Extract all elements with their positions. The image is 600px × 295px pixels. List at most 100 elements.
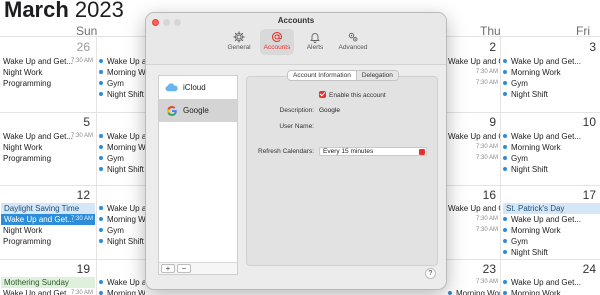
event-wake-selected[interactable]: Wake Up and Get... 7:30 AM	[1, 214, 95, 225]
event-night-shift[interactable]: Night Shift	[99, 236, 145, 247]
event-morning-work[interactable]: 7:30 AM	[448, 67, 500, 78]
event-morning-work[interactable]: 7:30 AM	[448, 214, 500, 225]
event-dot	[99, 134, 103, 138]
tab-delegation[interactable]: Delegation	[355, 71, 398, 80]
event-morning-work[interactable]: Morning Work	[503, 142, 600, 153]
event-dot	[448, 291, 452, 295]
event-morning-work[interactable]: Morning Work	[503, 225, 600, 236]
day-17[interactable]: 17	[566, 188, 596, 202]
event-dot	[503, 291, 507, 295]
event-title: Wake Up and Get...	[511, 132, 581, 141]
event-gym[interactable]: Gym	[503, 236, 600, 247]
event-morning-work[interactable]: Morning Work	[448, 288, 500, 295]
tab-account-information[interactable]: Account Information	[288, 71, 356, 80]
event-night-shift[interactable]: Night Shift	[503, 164, 600, 175]
day-19[interactable]: 19	[60, 262, 90, 276]
day-3[interactable]: 3	[566, 40, 596, 54]
day-10[interactable]: 10	[566, 115, 596, 129]
event-title: Night Shift	[511, 90, 548, 99]
day-26[interactable]: 26	[60, 40, 90, 54]
event-wake[interactable]: Wake Up and Get...	[99, 203, 145, 214]
event-night-shift[interactable]: Night Shift	[503, 89, 600, 100]
at-icon	[272, 31, 282, 42]
description-value[interactable]: Google	[319, 107, 340, 114]
event-morning-work[interactable]: Morning Work	[99, 288, 145, 295]
year-label: 2023	[74, 0, 124, 22]
event-gym[interactable]: 7:30 AM	[448, 153, 500, 164]
event-night-shift[interactable]: Night Shift	[99, 164, 145, 175]
day-16[interactable]: 16	[466, 188, 496, 202]
event-wake[interactable]: Wake Up and Get...	[503, 214, 600, 225]
event-programming[interactable]: Programming	[3, 78, 95, 89]
event-gym[interactable]: 7:30 AM	[448, 225, 500, 236]
event-title: Wake Up and Get...	[3, 132, 73, 141]
event-wake[interactable]: Wake Up and Get...	[448, 203, 500, 214]
day-23[interactable]: 23	[466, 262, 496, 276]
event-dot	[99, 280, 103, 284]
day-12[interactable]: 12	[60, 188, 90, 202]
event-wake[interactable]: Wake Up and Get...	[99, 277, 145, 288]
event-morning-work[interactable]: Morning Work	[503, 67, 600, 78]
event-night-shift[interactable]: Night Shift	[503, 247, 600, 258]
event-title: Wake Up and Get...	[107, 204, 145, 213]
event-gym[interactable]: Gym	[99, 225, 145, 236]
event-time: 7:30 AM	[475, 69, 498, 75]
event-wake[interactable]: Wake Up and Get... 7:30 AM	[3, 56, 95, 67]
event-wake[interactable]: Wake Up and Get...	[448, 131, 500, 142]
event-gym[interactable]: Gym	[503, 78, 600, 89]
account-item-google[interactable]: Google	[159, 99, 237, 122]
event-gym[interactable]: 7:30 AM	[448, 78, 500, 89]
event-programming[interactable]: Programming	[3, 236, 95, 247]
event-wake[interactable]: Wake Up and Get...	[503, 277, 600, 288]
event-wake[interactable]: Wake Up and Get... 7:30 AM	[3, 131, 95, 142]
event-dot	[503, 70, 507, 74]
enable-account-row[interactable]: Enable this account	[319, 91, 386, 99]
event-morning-work[interactable]: Morning Work	[99, 67, 145, 78]
event-night-work[interactable]: Night Work	[3, 142, 95, 153]
account-item-icloud[interactable]: iCloud	[159, 76, 237, 99]
event-dot	[99, 206, 103, 210]
event-dot	[503, 239, 507, 243]
tab-general[interactable]: General	[222, 29, 256, 55]
help-button[interactable]: ?	[425, 268, 436, 279]
tab-alerts[interactable]: Alerts	[298, 29, 332, 55]
day-5[interactable]: 5	[60, 115, 90, 129]
event-wake[interactable]: 7:30 AM	[448, 277, 500, 288]
day-2[interactable]: 2	[466, 40, 496, 54]
chevron-updown-icon	[419, 149, 425, 155]
event-night-work[interactable]: Night Work	[3, 67, 95, 78]
event-dot	[503, 59, 507, 63]
event-morning-work[interactable]: Morning Work	[503, 288, 600, 295]
event-programming[interactable]: Programming	[3, 153, 95, 164]
event-title: Morning Work	[511, 68, 561, 77]
tab-accounts[interactable]: Accounts	[260, 29, 294, 55]
event-wake[interactable]: Wake Up and Get...	[503, 56, 600, 67]
event-title: Wake Up and Get...	[448, 57, 500, 66]
event-morning-work[interactable]: Morning Work	[99, 214, 145, 225]
event-morning-work[interactable]: Morning Work	[99, 142, 145, 153]
event-wake[interactable]: Wake Up and Get...	[448, 56, 500, 67]
event-gym[interactable]: Gym	[99, 78, 145, 89]
event-night-shift[interactable]: Night Shift	[99, 89, 145, 100]
event-dst[interactable]: Daylight Saving Time	[1, 203, 95, 214]
remove-account-button[interactable]: −	[177, 264, 191, 273]
event-wake[interactable]: Wake Up and Get...	[99, 131, 145, 142]
event-title: Wake Up and Get...	[4, 215, 74, 224]
event-wake[interactable]: Wake Up and Get... 7:30 AM	[3, 288, 95, 295]
event-dot	[503, 228, 507, 232]
day-9[interactable]: 9	[466, 115, 496, 129]
event-morning-work[interactable]: 7:30 AM	[448, 142, 500, 153]
event-mothering-sunday[interactable]: Mothering Sunday	[1, 277, 95, 288]
day-24[interactable]: 24	[566, 262, 596, 276]
event-night-work[interactable]: Night Work	[3, 225, 95, 236]
tab-advanced[interactable]: Advanced	[336, 29, 370, 55]
event-gym[interactable]: Gym	[99, 153, 145, 164]
account-label: Google	[183, 106, 209, 115]
event-wake[interactable]: Wake Up and Get...	[99, 56, 145, 67]
event-gym[interactable]: Gym	[503, 153, 600, 164]
enable-account-checkbox[interactable]	[319, 91, 326, 98]
add-account-button[interactable]: +	[161, 264, 175, 273]
event-wake[interactable]: Wake Up and Get...	[503, 131, 600, 142]
event-st-patricks-day[interactable]: St. Patrick's Day	[503, 203, 600, 214]
refresh-calendars-select[interactable]: Every 15 minutes	[319, 147, 427, 156]
